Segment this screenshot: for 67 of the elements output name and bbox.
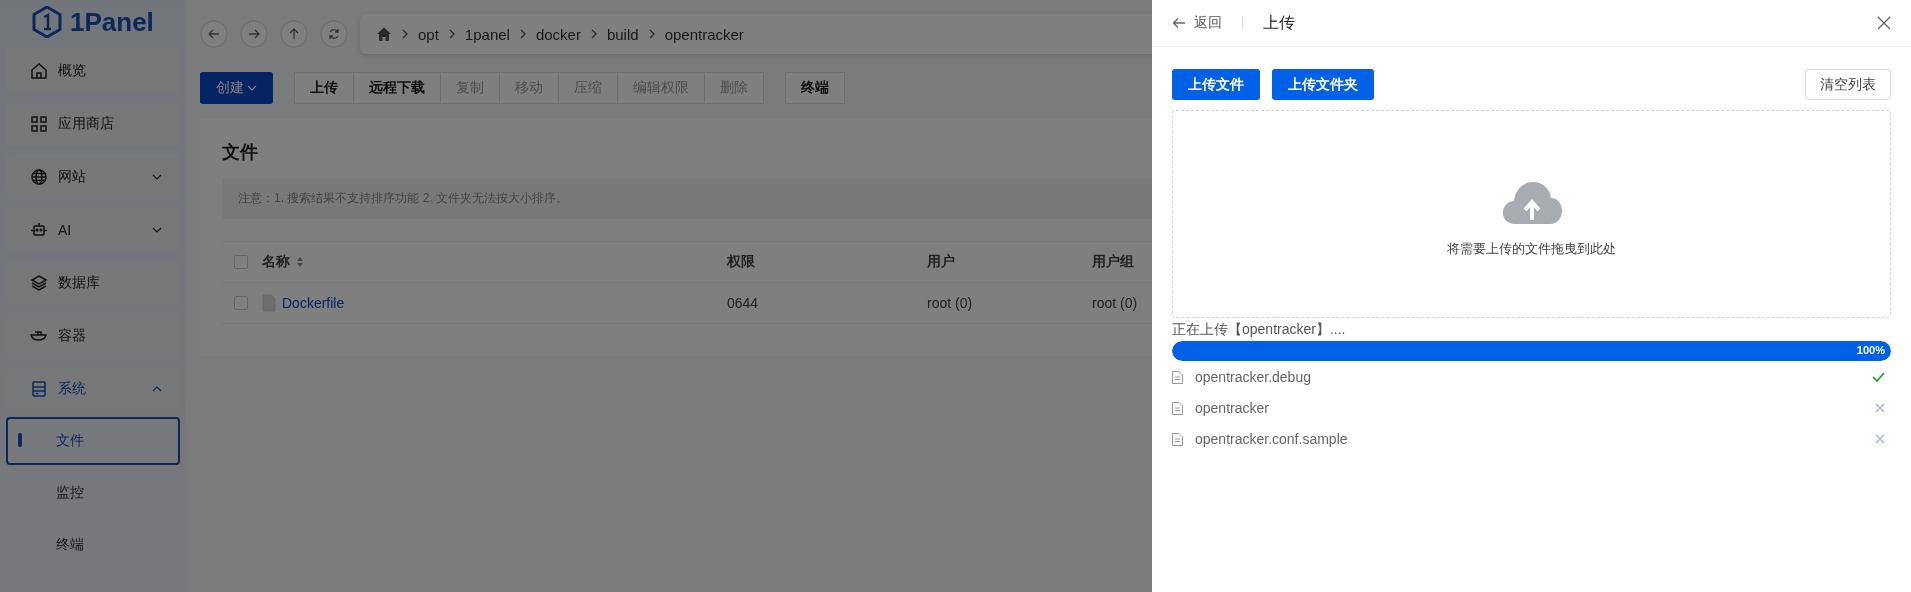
breadcrumb-item[interactable]: opentracker xyxy=(664,25,744,43)
caret-icon xyxy=(247,85,257,91)
file-name: opentracker.debug xyxy=(1195,369,1312,385)
layers-icon xyxy=(30,273,48,292)
sidebar-item[interactable]: 文件 xyxy=(6,417,180,465)
home-icon[interactable] xyxy=(376,26,392,42)
robot-icon xyxy=(30,220,48,239)
progress-reading: 100% xyxy=(1856,344,1885,356)
back-link[interactable]: 返回 xyxy=(1194,14,1222,32)
logo-text: 1Panel xyxy=(70,6,154,38)
toolbar-button[interactable]: 上传 xyxy=(294,72,354,104)
remove-icon[interactable] xyxy=(1875,403,1885,413)
document-icon xyxy=(1172,401,1183,415)
chevron-right-icon xyxy=(448,29,455,39)
breadcrumb-item[interactable]: docker xyxy=(535,25,581,43)
globe-icon xyxy=(30,167,48,186)
checkbox[interactable] xyxy=(234,255,248,269)
file-name: opentracker.conf.sample xyxy=(1195,431,1349,447)
chevron-icon xyxy=(152,173,162,180)
chevron-right-icon xyxy=(519,29,526,39)
sort-icon[interactable] xyxy=(296,256,304,268)
upload-button[interactable]: 上传文件 xyxy=(1172,69,1260,100)
column-header[interactable]: 名称 xyxy=(262,253,290,271)
column-header[interactable]: 用户 xyxy=(927,253,955,271)
chevron-right-icon xyxy=(402,29,408,39)
column-header[interactable]: 权限 xyxy=(727,253,755,271)
file-icon xyxy=(262,294,276,312)
logo-icon xyxy=(32,6,62,38)
checkbox[interactable] xyxy=(234,296,248,310)
upload-button[interactable]: 上传文件夹 xyxy=(1272,69,1374,100)
grid-icon xyxy=(30,114,48,133)
remove-icon[interactable] xyxy=(1875,434,1885,444)
section-title: 文件 xyxy=(222,141,259,164)
drawer-title: 上传 xyxy=(1263,12,1296,33)
file-name: opentracker xyxy=(1195,400,1270,416)
toolbar-button[interactable]: 终端 xyxy=(785,72,845,104)
up-icon[interactable] xyxy=(280,20,308,48)
file-link[interactable]: Dockerfile xyxy=(282,295,345,311)
column-header[interactable]: 用户组 xyxy=(1092,253,1134,271)
forward-icon[interactable] xyxy=(240,20,268,48)
chevron-icon xyxy=(152,385,162,392)
document-icon xyxy=(1172,370,1183,384)
server-icon xyxy=(30,379,48,398)
upload-status: 正在上传【opentracker】.... xyxy=(1172,321,1347,339)
clear-list-button[interactable]: 清空列表 xyxy=(1805,69,1891,100)
sidebar-item[interactable]: 监控 xyxy=(6,469,180,517)
create-button[interactable]: 创建 xyxy=(200,72,273,104)
breadcrumb-item[interactable]: 1panel xyxy=(464,25,510,43)
chevron-icon xyxy=(152,226,162,233)
cloud-upload-icon xyxy=(1500,180,1563,226)
toolbar-button[interactable]: 远程下载 xyxy=(353,72,441,104)
drop-hint: 将需要上传的文件拖曳到此处 xyxy=(1447,240,1616,258)
breadcrumb-item[interactable]: build xyxy=(606,25,639,43)
home-icon xyxy=(30,61,48,80)
sidebar-item[interactable]: 终端 xyxy=(6,521,180,569)
document-icon xyxy=(1172,432,1183,446)
table-cell-text: 0644 xyxy=(727,295,760,311)
table-cell-text: root (0) xyxy=(927,295,974,311)
drop-zone[interactable]: 将需要上传的文件拖曳到此处 xyxy=(1172,110,1891,318)
close-icon[interactable] xyxy=(1877,16,1891,30)
chevron-right-icon xyxy=(590,29,597,39)
table-cell-text: root (0) xyxy=(1092,295,1139,311)
breadcrumb-item[interactable]: opt xyxy=(418,25,439,43)
chevron-right-icon xyxy=(648,29,655,39)
refresh-icon[interactable] xyxy=(320,20,348,48)
back-arrow-icon[interactable] xyxy=(1172,17,1186,29)
back-icon[interactable] xyxy=(200,20,228,48)
